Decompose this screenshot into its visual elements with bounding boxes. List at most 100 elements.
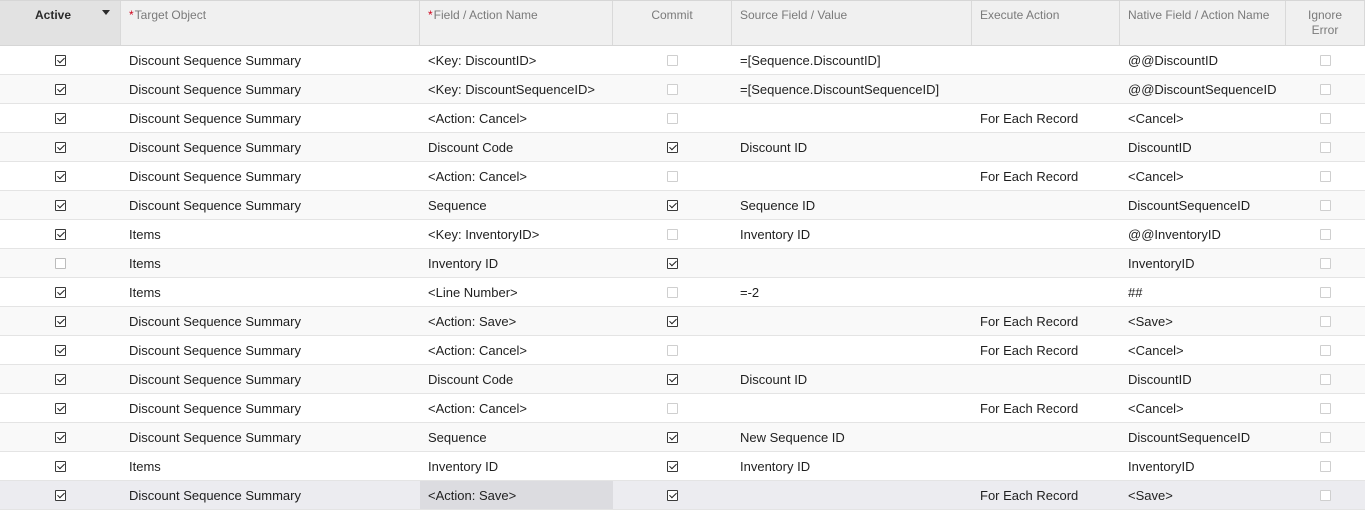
native-field-action-name-cell[interactable]: InventoryID	[1120, 249, 1286, 277]
commit-checkbox[interactable]	[667, 141, 678, 153]
ignore-error-checkbox[interactable]	[1320, 431, 1331, 443]
field-action-name-cell[interactable]: Inventory ID	[420, 452, 613, 480]
ignore-error-checkbox[interactable]	[1320, 402, 1331, 414]
target-object-cell[interactable]: Discount Sequence Summary	[121, 394, 420, 422]
target-object-cell[interactable]: Discount Sequence Summary	[121, 46, 420, 74]
active-checkbox[interactable]	[55, 431, 66, 443]
column-header-ignore-error[interactable]: Ignore Error	[1286, 1, 1365, 45]
table-row[interactable]: Items Inventory ID InventoryID	[0, 249, 1365, 278]
table-row[interactable]: Discount Sequence Summary Sequence Sequenc…	[0, 191, 1365, 220]
target-object-cell[interactable]: Items	[121, 220, 420, 248]
table-row[interactable]: Discount Sequence Summary <Action: Save> F…	[0, 481, 1365, 510]
target-object-cell[interactable]: Items	[121, 249, 420, 277]
native-field-action-name-cell[interactable]: DiscountID	[1120, 365, 1286, 393]
active-checkbox[interactable]	[55, 228, 66, 240]
target-object-cell[interactable]: Items	[121, 452, 420, 480]
table-row[interactable]: Discount Sequence Summary <Key: DiscountI…	[0, 46, 1365, 75]
field-action-name-cell[interactable]: <Key: DiscountID>	[420, 46, 613, 74]
source-field-value-cell[interactable]: Inventory ID	[732, 220, 972, 248]
execute-action-cell[interactable]	[972, 133, 1120, 161]
table-row[interactable]: Discount Sequence Summary <Action: Save> F…	[0, 307, 1365, 336]
native-field-action-name-cell[interactable]: <Cancel>	[1120, 394, 1286, 422]
ignore-error-checkbox[interactable]	[1320, 112, 1331, 124]
ignore-error-checkbox[interactable]	[1320, 315, 1331, 327]
column-header-field-action-name[interactable]: *Field / Action Name	[420, 1, 613, 45]
column-header-active[interactable]: Active	[0, 1, 121, 45]
field-action-name-cell[interactable]: <Action: Save>	[420, 481, 613, 509]
execute-action-cell[interactable]	[972, 46, 1120, 74]
source-field-value-cell[interactable]: Discount ID	[732, 365, 972, 393]
field-action-name-cell[interactable]: <Action: Save>	[420, 307, 613, 335]
target-object-cell[interactable]: Discount Sequence Summary	[121, 336, 420, 364]
target-object-cell[interactable]: Discount Sequence Summary	[121, 365, 420, 393]
field-action-name-cell[interactable]: Discount Code	[420, 365, 613, 393]
source-field-value-cell[interactable]: =[Sequence.DiscountID]	[732, 46, 972, 74]
source-field-value-cell[interactable]: =-2	[732, 278, 972, 306]
active-checkbox[interactable]	[55, 141, 66, 153]
commit-checkbox[interactable]	[667, 460, 678, 472]
table-row[interactable]: Items <Line Number> =-2 ##	[0, 278, 1365, 307]
field-action-name-cell[interactable]: <Action: Cancel>	[420, 394, 613, 422]
field-action-name-cell[interactable]: <Action: Cancel>	[420, 162, 613, 190]
execute-action-cell[interactable]	[972, 278, 1120, 306]
source-field-value-cell[interactable]	[732, 481, 972, 509]
execute-action-cell[interactable]	[972, 75, 1120, 103]
source-field-value-cell[interactable]	[732, 307, 972, 335]
native-field-action-name-cell[interactable]: @@DiscountID	[1120, 46, 1286, 74]
table-row[interactable]: Discount Sequence Summary <Action: Cancel…	[0, 336, 1365, 365]
commit-checkbox[interactable]	[667, 373, 678, 385]
field-action-name-cell[interactable]: <Key: DiscountSequenceID>	[420, 75, 613, 103]
source-field-value-cell[interactable]	[732, 162, 972, 190]
native-field-action-name-cell[interactable]: @@DiscountSequenceID	[1120, 75, 1286, 103]
table-row[interactable]: Discount Sequence Summary <Action: Cancel…	[0, 104, 1365, 133]
native-field-action-name-cell[interactable]: <Save>	[1120, 307, 1286, 335]
ignore-error-checkbox[interactable]	[1320, 489, 1331, 501]
ignore-error-checkbox[interactable]	[1320, 257, 1331, 269]
native-field-action-name-cell[interactable]: DiscountSequenceID	[1120, 423, 1286, 451]
ignore-error-checkbox[interactable]	[1320, 199, 1331, 211]
field-action-name-cell[interactable]: Inventory ID	[420, 249, 613, 277]
sort-arrow-down-icon[interactable]	[102, 10, 110, 15]
execute-action-cell[interactable]: For Each Record	[972, 481, 1120, 509]
execute-action-cell[interactable]	[972, 452, 1120, 480]
table-row[interactable]: Discount Sequence Summary Sequence New Seq…	[0, 423, 1365, 452]
execute-action-cell[interactable]	[972, 220, 1120, 248]
commit-checkbox[interactable]	[667, 286, 678, 298]
execute-action-cell[interactable]	[972, 249, 1120, 277]
table-row[interactable]: Discount Sequence Summary Discount Code Di…	[0, 365, 1365, 394]
ignore-error-checkbox[interactable]	[1320, 54, 1331, 66]
commit-checkbox[interactable]	[667, 199, 678, 211]
commit-checkbox[interactable]	[667, 257, 678, 269]
source-field-value-cell[interactable]	[732, 394, 972, 422]
execute-action-cell[interactable]: For Each Record	[972, 336, 1120, 364]
target-object-cell[interactable]: Discount Sequence Summary	[121, 104, 420, 132]
source-field-value-cell[interactable]: Sequence ID	[732, 191, 972, 219]
ignore-error-checkbox[interactable]	[1320, 83, 1331, 95]
active-checkbox[interactable]	[55, 199, 66, 211]
source-field-value-cell[interactable]: Discount ID	[732, 133, 972, 161]
ignore-error-checkbox[interactable]	[1320, 286, 1331, 298]
native-field-action-name-cell[interactable]: ##	[1120, 278, 1286, 306]
target-object-cell[interactable]: Discount Sequence Summary	[121, 307, 420, 335]
target-object-cell[interactable]: Discount Sequence Summary	[121, 191, 420, 219]
execute-action-cell[interactable]: For Each Record	[972, 307, 1120, 335]
target-object-cell[interactable]: Discount Sequence Summary	[121, 423, 420, 451]
commit-checkbox[interactable]	[667, 112, 678, 124]
source-field-value-cell[interactable]: Inventory ID	[732, 452, 972, 480]
native-field-action-name-cell[interactable]: <Cancel>	[1120, 104, 1286, 132]
active-checkbox[interactable]	[55, 315, 66, 327]
ignore-error-checkbox[interactable]	[1320, 170, 1331, 182]
table-row[interactable]: Discount Sequence Summary <Key: DiscountS…	[0, 75, 1365, 104]
field-action-name-cell[interactable]: <Action: Cancel>	[420, 104, 613, 132]
column-header-source-field-value[interactable]: Source Field / Value	[732, 1, 972, 45]
native-field-action-name-cell[interactable]: <Cancel>	[1120, 336, 1286, 364]
field-action-name-cell[interactable]: <Line Number>	[420, 278, 613, 306]
commit-checkbox[interactable]	[667, 228, 678, 240]
active-checkbox[interactable]	[55, 83, 66, 95]
execute-action-cell[interactable]: For Each Record	[972, 104, 1120, 132]
commit-checkbox[interactable]	[667, 344, 678, 356]
target-object-cell[interactable]: Items	[121, 278, 420, 306]
field-action-name-cell[interactable]: Discount Code	[420, 133, 613, 161]
active-checkbox[interactable]	[55, 344, 66, 356]
active-checkbox[interactable]	[55, 460, 66, 472]
